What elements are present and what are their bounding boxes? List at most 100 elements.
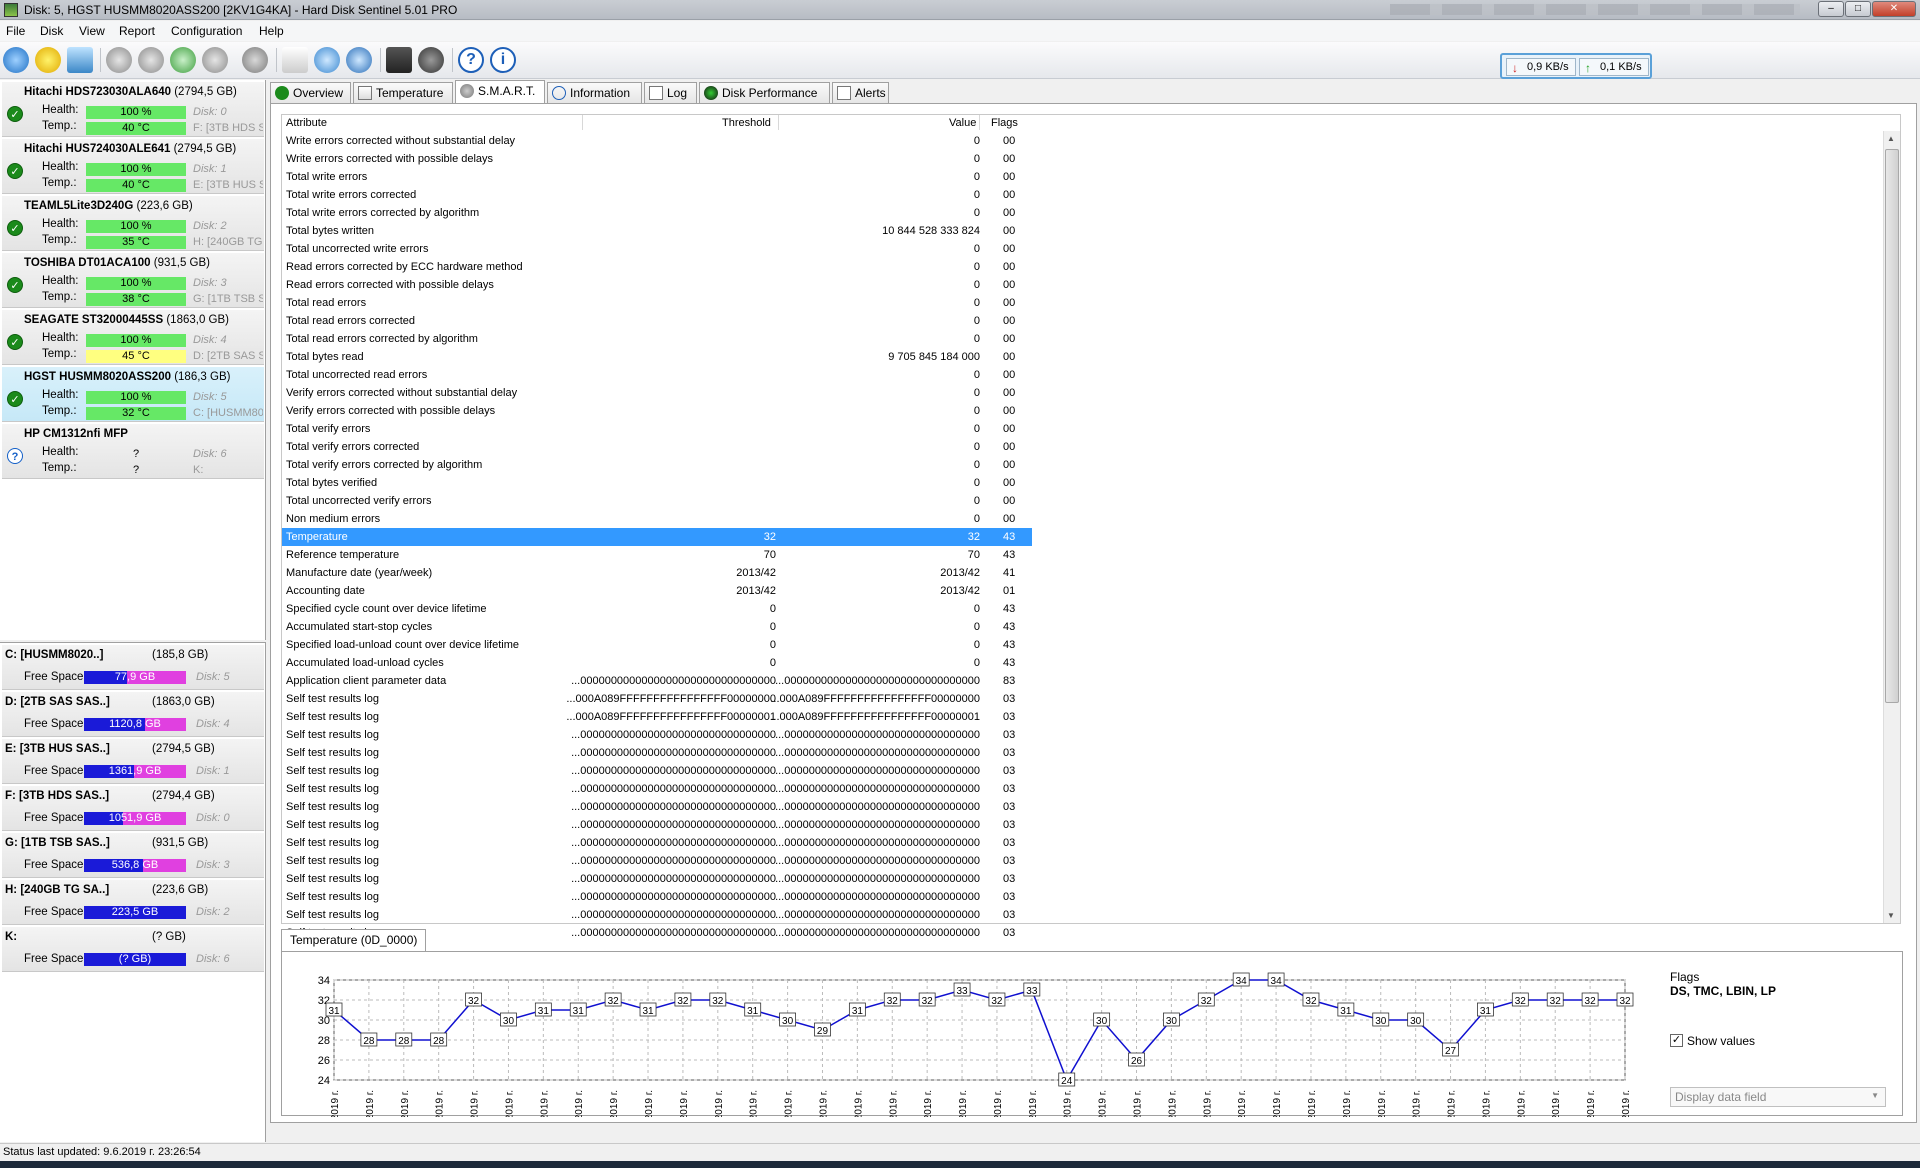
volume-item[interactable]: D: [2TB SAS SAS..] (1863,0 GB) Free Space 1… (2, 692, 264, 737)
tools-icon[interactable] (202, 47, 228, 73)
smart-row[interactable]: Self test results log ...0000000000000000… (282, 834, 1032, 852)
smart-row[interactable]: Application client parameter data ...0000… (282, 672, 1032, 690)
tab-overview[interactable]: Overview (270, 82, 351, 103)
smart-row[interactable]: Accounting date 2013/42 2013/42 01 (282, 582, 1032, 600)
smart-row[interactable]: Total bytes read 9 705 845 184 000 00 (282, 348, 1032, 366)
smart-row[interactable]: Self test results log ...0000000000000000… (282, 888, 1032, 906)
smart-row[interactable]: Read errors corrected with possible dela… (282, 276, 1032, 294)
smart-row[interactable]: Total verify errors 0 00 (282, 420, 1032, 438)
smart-row[interactable]: Self test results log ...0000000000000000… (282, 870, 1032, 888)
tab-disk-performance[interactable]: Disk Performance (699, 82, 830, 103)
tab-information[interactable]: Information (547, 82, 642, 103)
smart-row[interactable]: Self test results log ...0000000000000000… (282, 762, 1032, 780)
menu-configuration[interactable]: Configuration (171, 24, 242, 38)
check-test-icon[interactable] (170, 47, 196, 73)
help-icon[interactable]: ? (458, 47, 484, 73)
volume-item[interactable]: C: [HUSMM8020..] (185,8 GB) Free Space 77,9… (2, 645, 264, 690)
smart-row[interactable]: Self test results log ...0000000000000000… (282, 726, 1032, 744)
smart-row[interactable]: Verify errors corrected with possible de… (282, 402, 1032, 420)
tab-temperature[interactable]: Temperature (353, 82, 453, 103)
menu-report[interactable]: Report (119, 24, 155, 38)
warning-icon[interactable] (35, 47, 61, 73)
disk-item[interactable]: TEAML5Lite3D240G (223,6 GB) ✓ Health: Temp.… (2, 196, 264, 251)
smart-row[interactable]: Accumulated start-stop cycles 0 0 43 (282, 618, 1032, 636)
smart-row[interactable]: Self test results log ...0000000000000000… (282, 816, 1032, 834)
scrollbar-thumb[interactable] (1885, 149, 1899, 703)
smart-row[interactable]: Self test results log ...0000000000000000… (282, 744, 1032, 762)
report-icon[interactable] (282, 47, 308, 73)
info-icon[interactable]: i (490, 47, 516, 73)
disk-settings-icon[interactable] (418, 47, 444, 73)
display-data-field-dropdown[interactable]: Display data field ▼ (1670, 1087, 1886, 1107)
surface-test-icon[interactable] (138, 47, 164, 73)
smart-row[interactable]: Total write errors 0 00 (282, 168, 1032, 186)
column-threshold[interactable]: Threshold (722, 117, 771, 129)
sync-icon[interactable] (314, 47, 340, 73)
smart-row[interactable]: Total bytes written 10 844 528 333 824 00 (282, 222, 1032, 240)
refresh-icon[interactable] (3, 47, 29, 73)
maximize-button[interactable]: □ (1845, 1, 1871, 17)
smart-row[interactable]: Total uncorrected read errors 0 00 (282, 366, 1032, 384)
volume-item[interactable]: F: [3TB HDS SAS..] (2794,4 GB) Free Space 1… (2, 786, 264, 831)
menu-view[interactable]: View (79, 24, 105, 38)
smart-row[interactable]: Reference temperature 70 70 43 (282, 546, 1032, 564)
scroll-up-icon[interactable]: ▲ (1887, 134, 1895, 143)
tab-smart[interactable]: S.M.A.R.T. (455, 80, 545, 104)
smart-row[interactable]: Self test results log ...000A089FFFFFFFFF… (282, 690, 1032, 708)
smart-row[interactable]: Total verify errors corrected by algorit… (282, 456, 1032, 474)
show-values-checkbox[interactable]: ✓ (1670, 1034, 1683, 1047)
smart-row[interactable]: Total write errors corrected 0 00 (282, 186, 1032, 204)
disk-item[interactable]: HP CM1312nfi MFP ? Health: Temp.:?? Disk: 6… (2, 424, 264, 479)
smart-row[interactable]: Write errors corrected with possible del… (282, 150, 1032, 168)
smart-row[interactable]: Total uncorrected verify errors 0 00 (282, 492, 1032, 510)
smart-row[interactable]: Total write errors corrected by algorith… (282, 204, 1032, 222)
smart-row[interactable]: Self test results log ...0000000000000000… (282, 780, 1032, 798)
smart-row[interactable]: Accumulated load-unload cycles 0 0 43 (282, 654, 1032, 672)
test-icon[interactable] (106, 47, 132, 73)
volume-item[interactable]: K: (? GB) Free Space (? GB) Disk: 6 (2, 927, 264, 972)
disk-info-icon[interactable] (67, 47, 93, 73)
smart-row[interactable]: Specified load-unload count over device … (282, 636, 1032, 654)
smart-row[interactable]: Self test results log ...0000000000000000… (282, 798, 1032, 816)
disk-item[interactable]: HGST HUSMM8020ASS200 (186,3 GB) ✓ Health: T… (2, 367, 264, 422)
disk-item[interactable]: Hitachi HDS723030ALA640 (2794,5 GB) ✓ Heal… (2, 82, 264, 137)
smart-row[interactable]: Self test results log ...0000000000000000… (282, 852, 1032, 870)
smart-row[interactable]: Total read errors 0 00 (282, 294, 1032, 312)
menu-help[interactable]: Help (259, 24, 284, 38)
acoustic-icon[interactable] (242, 47, 268, 73)
smart-row[interactable]: Total verify errors corrected 0 00 (282, 438, 1032, 456)
performance-icon[interactable] (386, 47, 412, 73)
tab-alerts[interactable]: Alerts (832, 82, 889, 103)
vertical-scrollbar[interactable]: ▲ ▼ (1883, 131, 1900, 923)
tab-log[interactable]: Log (644, 82, 697, 103)
column-flags[interactable]: Flags (991, 117, 1018, 129)
menu-file[interactable]: File (6, 24, 25, 38)
disk-item[interactable]: TOSHIBA DT01ACA100 (931,5 GB) ✓ Health: Tem… (2, 253, 264, 308)
menu-disk[interactable]: Disk (40, 24, 63, 38)
smart-row[interactable]: Self test results log ...000A089FFFFFFFFF… (282, 708, 1032, 726)
column-value[interactable]: Value (949, 117, 976, 129)
smart-row[interactable]: Total bytes verified 0 00 (282, 474, 1032, 492)
smart-row[interactable]: Total read errors corrected 0 00 (282, 312, 1032, 330)
smart-row[interactable]: Specified cycle count over device lifeti… (282, 600, 1032, 618)
close-button[interactable]: ✕ (1872, 1, 1916, 17)
smart-row[interactable]: Self test results log ...0000000000000000… (282, 906, 1032, 924)
network-icon[interactable] (346, 47, 372, 73)
smart-row[interactable]: Write errors corrected without substanti… (282, 132, 1032, 150)
volume-item[interactable]: E: [3TB HUS SAS..] (2794,5 GB) Free Space 1… (2, 739, 264, 784)
smart-row[interactable]: Manufacture date (year/week) 2013/42 2013/… (282, 564, 1032, 582)
smart-row[interactable]: Temperature 32 32 43 (282, 528, 1032, 546)
chart-tab-temperature[interactable]: Temperature (0D_0000) (281, 929, 427, 951)
column-attribute[interactable]: Attribute (286, 117, 327, 129)
smart-row[interactable]: Read errors corrected by ECC hardware me… (282, 258, 1032, 276)
volume-item[interactable]: H: [240GB TG SA..] (223,6 GB) Free Space 22… (2, 880, 264, 925)
smart-row[interactable]: Verify errors corrected without substant… (282, 384, 1032, 402)
smart-row[interactable]: Total read errors corrected by algorithm… (282, 330, 1032, 348)
minimize-button[interactable]: – (1818, 1, 1844, 17)
volume-item[interactable]: G: [1TB TSB SAS..] (931,5 GB) Free Space 53… (2, 833, 264, 878)
smart-row[interactable]: Non medium errors 0 00 (282, 510, 1032, 528)
scroll-down-icon[interactable]: ▼ (1887, 911, 1895, 920)
disk-item[interactable]: SEAGATE ST32000445SS (1863,0 GB) ✓ Health:… (2, 310, 264, 365)
show-values-label[interactable]: Show values (1687, 1034, 1755, 1048)
smart-row[interactable]: Total uncorrected write errors 0 00 (282, 240, 1032, 258)
